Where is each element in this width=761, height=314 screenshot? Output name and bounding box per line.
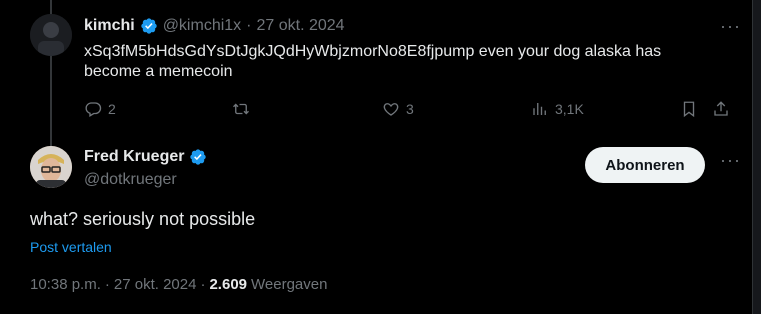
post-date[interactable]: 27 okt. 2024 [114, 276, 197, 293]
author-handle[interactable]: @dotkrueger [84, 171, 177, 189]
tweet-text: what? seriously not possible [30, 209, 256, 229]
repost-icon [233, 103, 249, 115]
reply-button[interactable]: 2 [84, 100, 116, 118]
separator: · [200, 276, 206, 293]
author-name-row: Fred Krueger [84, 148, 207, 166]
heart-icon [383, 103, 399, 116]
views-button[interactable]: 3,1K [531, 100, 584, 118]
reply-header: kimchi @kimchi1x · 27 okt. 2024 [84, 16, 734, 36]
scrollbar[interactable] [752, 0, 761, 314]
translate-link[interactable]: Post vertalen [30, 239, 112, 255]
reply-tweet[interactable]: kimchi @kimchi1x · 27 okt. 2024 xSq3fM5b… [84, 16, 734, 82]
verified-badge-icon [141, 18, 157, 34]
views-count: 2.609 [209, 276, 248, 293]
avatar-image [30, 14, 72, 56]
post-time[interactable]: 10:38 p.m. [30, 276, 101, 293]
author-name[interactable]: Fred Krueger [84, 148, 184, 166]
avatar[interactable] [30, 14, 72, 56]
reply-text: xSq3fM5bHdsGdYsDtJgkJQdHyWbjzmorNo8E8fjp… [84, 43, 662, 80]
avatar-image [30, 146, 72, 188]
share-icon [714, 101, 728, 116]
bookmark-icon [683, 101, 695, 118]
tweet-meta: 10:38 p.m. · 27 okt. 2024 · 2.609 Weerga… [30, 276, 327, 293]
more-horizontal-icon[interactable]: ··· [720, 16, 741, 37]
reply-count: 2 [108, 101, 116, 117]
verified-badge-icon [190, 149, 207, 165]
share-button[interactable] [712, 100, 730, 118]
views-chart-icon [533, 103, 546, 115]
reply-actions: 2 3 3,1K [84, 100, 736, 124]
avatar[interactable] [30, 146, 72, 188]
bookmark-button[interactable] [680, 100, 698, 118]
like-count: 3 [406, 101, 414, 117]
views-count: 3,1K [555, 101, 584, 117]
reply-icon [85, 102, 102, 117]
post-date[interactable]: 27 okt. 2024 [257, 16, 345, 36]
separator: · [246, 17, 252, 34]
more-horizontal-icon[interactable]: ··· [720, 150, 741, 171]
repost-button[interactable] [232, 100, 250, 118]
author-handle[interactable]: @kimchi1x [163, 16, 241, 36]
like-button[interactable]: 3 [382, 100, 414, 118]
follow-button[interactable]: Abonneren [585, 147, 705, 183]
views-label: Weergaven [251, 276, 328, 293]
author-name[interactable]: kimchi [84, 16, 135, 36]
separator: · [104, 276, 110, 293]
